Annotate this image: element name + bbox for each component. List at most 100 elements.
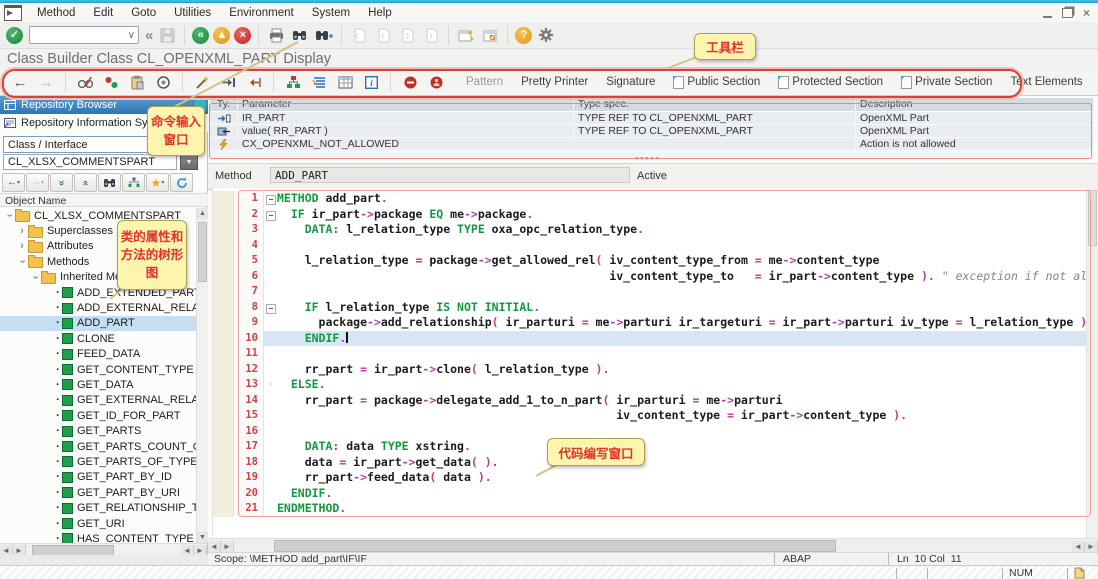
enter-icon[interactable]: ✓ bbox=[6, 27, 23, 44]
code-line[interactable]: 16 bbox=[213, 424, 1087, 440]
parameter-row[interactable]: value( RR_PART )TYPE REF TO CL_OPENXML_P… bbox=[210, 125, 1094, 138]
display-change-icon[interactable] bbox=[75, 72, 95, 92]
next-page-icon[interactable] bbox=[397, 25, 417, 45]
menu-help[interactable]: Help bbox=[359, 6, 401, 20]
code-line[interactable]: 2 IF ir_part->package EQ me->package. bbox=[213, 207, 1087, 223]
status-doc-icon[interactable] bbox=[1067, 568, 1098, 579]
tree-item-add-part[interactable]: ·ADD_PART bbox=[0, 316, 196, 331]
splitter-handle[interactable]: ••••• bbox=[608, 153, 688, 163]
first-page-icon[interactable] bbox=[349, 25, 369, 45]
find-next-icon[interactable] bbox=[314, 25, 334, 45]
info-icon[interactable]: i bbox=[361, 72, 381, 92]
tree-item-get-external-relationships[interactable]: ·GET_EXTERNAL_RELATIONSHIPS bbox=[0, 393, 196, 408]
session-breakpoint-icon[interactable] bbox=[426, 72, 446, 92]
find-icon[interactable] bbox=[290, 25, 310, 45]
where-used-icon[interactable] bbox=[153, 72, 173, 92]
fold-marker[interactable] bbox=[264, 377, 277, 393]
tree-item-has-content-type[interactable]: ·HAS_CONTENT_TYPE bbox=[0, 531, 196, 543]
breakpoint-margin[interactable] bbox=[213, 284, 234, 300]
breakpoint-margin[interactable] bbox=[213, 300, 234, 316]
tree-item-clone[interactable]: ·CLONE bbox=[0, 331, 196, 346]
refresh-icon[interactable] bbox=[170, 173, 193, 192]
scroll-right-icon[interactable]: ► bbox=[221, 541, 234, 552]
tree-item-get-content-type[interactable]: ·GET_CONTENT_TYPE bbox=[0, 362, 196, 377]
scroll-left-icon[interactable]: ◄ bbox=[1072, 541, 1085, 552]
indent-icon[interactable] bbox=[218, 72, 238, 92]
copy-icon[interactable] bbox=[127, 72, 147, 92]
save-icon[interactable] bbox=[157, 25, 177, 45]
breakpoint-margin[interactable] bbox=[213, 222, 234, 238]
code-line[interactable]: 1METHOD add_part. bbox=[213, 191, 1087, 207]
collapse-toolbar-icon[interactable]: « bbox=[143, 27, 153, 44]
scroll-left-icon[interactable]: ◄ bbox=[208, 541, 221, 552]
code-line[interactable]: 14 rr_part = package->delegate_add_1_to_… bbox=[213, 393, 1087, 409]
scrollbar-thumb[interactable] bbox=[198, 222, 207, 282]
button-protected-section[interactable]: Protected Section bbox=[770, 74, 891, 91]
code-line[interactable]: 11 bbox=[213, 346, 1087, 362]
favorites-icon[interactable]: ★▾ bbox=[146, 173, 169, 192]
tree-item-get-parts-of-type[interactable]: ·GET_PARTS_OF_TYPE bbox=[0, 454, 196, 469]
scroll-left-icon[interactable]: ◄ bbox=[181, 545, 194, 556]
button-public-section[interactable]: Public Section bbox=[665, 74, 768, 91]
customize-icon[interactable] bbox=[536, 25, 556, 45]
code-line[interactable]: 7 bbox=[213, 284, 1087, 300]
code-line[interactable]: 9 package->add_relationship( ir_parturi … bbox=[213, 315, 1087, 331]
code-line[interactable]: 20 ENDIF. bbox=[213, 486, 1087, 502]
code-line[interactable]: 6 iv_content_type_to = ir_part->content_… bbox=[213, 269, 1087, 285]
breakpoint-margin[interactable] bbox=[213, 377, 234, 393]
scrollbar-thumb[interactable] bbox=[1088, 190, 1097, 246]
code-line[interactable]: 8 IF l_relation_type IS NOT INITIAL. bbox=[213, 300, 1087, 316]
tree-item-get-relationship-type[interactable]: ·GET_RELATIONSHIP_TYPE bbox=[0, 500, 196, 515]
print-icon[interactable] bbox=[266, 25, 286, 45]
code-line[interactable]: 17 DATA: data TYPE xstring. bbox=[213, 439, 1087, 455]
breakpoint-margin[interactable] bbox=[213, 486, 234, 502]
breakpoint-icon[interactable] bbox=[400, 72, 420, 92]
tree-item-get-data[interactable]: ·GET_DATA bbox=[0, 377, 196, 392]
button-signature[interactable]: Signature bbox=[598, 74, 663, 90]
hierarchy-icon[interactable] bbox=[122, 173, 145, 192]
table-view-icon[interactable] bbox=[335, 72, 355, 92]
menu-utilities[interactable]: Utilities bbox=[165, 6, 220, 20]
tree-item-get-id-for-part[interactable]: ·GET_ID_FOR_PART bbox=[0, 408, 196, 423]
expander-icon[interactable]: › bbox=[30, 271, 41, 283]
scroll-right-icon[interactable]: ► bbox=[13, 545, 26, 556]
fold-marker[interactable] bbox=[264, 300, 277, 316]
cancel-icon[interactable]: × bbox=[234, 27, 251, 44]
breakpoint-margin[interactable] bbox=[213, 408, 234, 424]
menu-edit[interactable]: Edit bbox=[84, 6, 122, 20]
restore-icon[interactable] bbox=[1062, 8, 1073, 18]
close-icon[interactable]: × bbox=[1083, 9, 1090, 17]
breakpoint-margin[interactable] bbox=[213, 424, 234, 440]
button-pattern[interactable]: Pattern bbox=[458, 74, 511, 90]
refresh-objects-icon[interactable] bbox=[101, 72, 121, 92]
expander-icon[interactable]: › bbox=[16, 226, 28, 237]
code-line[interactable]: 18 data = ir_part->get_data( ). bbox=[213, 455, 1087, 471]
tree-item-get-part-by-id[interactable]: ·GET_PART_BY_ID bbox=[0, 470, 196, 485]
breakpoint-margin[interactable] bbox=[213, 362, 234, 378]
code-line[interactable]: 12 rr_part = ir_part->clone( l_relation_… bbox=[213, 362, 1087, 378]
menu-system[interactable]: System bbox=[303, 6, 359, 20]
tree-item-get-uri[interactable]: ·GET_URI bbox=[0, 516, 196, 531]
back-icon[interactable]: « bbox=[192, 27, 209, 44]
collapse-all-icon[interactable]: » bbox=[50, 173, 73, 192]
method-name-field[interactable]: ADD_PART bbox=[270, 167, 630, 183]
system-menu-icon[interactable] bbox=[4, 5, 22, 21]
previous-page-icon[interactable] bbox=[373, 25, 393, 45]
breakpoint-margin[interactable] bbox=[213, 470, 234, 486]
object-name-input[interactable]: CL_XLSX_COMMENTSPART bbox=[3, 154, 177, 170]
expander-icon[interactable]: › bbox=[4, 210, 15, 222]
command-field[interactable]: ∨ bbox=[29, 26, 139, 44]
code-line[interactable]: 3 DATA: l_relation_type TYPE oxa_opc_rel… bbox=[213, 222, 1087, 238]
find-icon[interactable] bbox=[98, 173, 121, 192]
scrollbar-thumb[interactable] bbox=[274, 540, 836, 552]
menu-environment[interactable]: Environment bbox=[220, 6, 303, 20]
parameter-row[interactable]: CX_OPENXML_NOT_ALLOWEDAction is not allo… bbox=[210, 138, 1094, 151]
help-icon[interactable]: ? bbox=[515, 27, 532, 44]
scroll-left-icon[interactable]: ◄ bbox=[0, 545, 13, 556]
tree-item-get-parts[interactable]: ·GET_PARTS bbox=[0, 423, 196, 438]
breakpoint-margin[interactable] bbox=[213, 207, 234, 223]
breakpoint-margin[interactable] bbox=[213, 455, 234, 471]
breakpoint-margin[interactable] bbox=[213, 501, 234, 517]
breakpoint-margin[interactable] bbox=[213, 393, 234, 409]
back-arrow-icon[interactable]: ← bbox=[10, 72, 30, 92]
